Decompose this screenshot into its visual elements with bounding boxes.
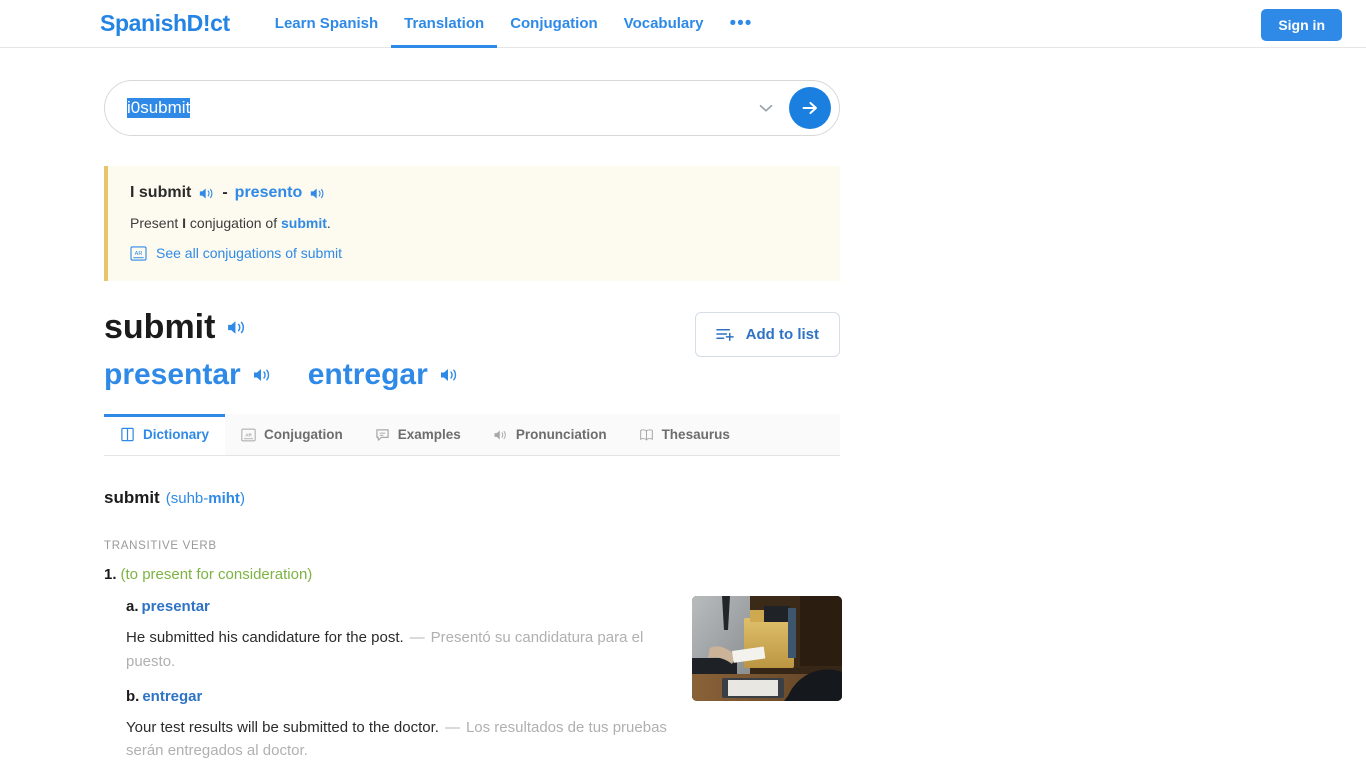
see-all-conjugations-link[interactable]: AR See all conjugations of submit <box>130 245 820 261</box>
translation-entregar[interactable]: entregar <box>308 358 428 391</box>
translations-row: presentar entregar <box>104 358 840 391</box>
book-icon <box>121 428 134 442</box>
tab-label: Dictionary <box>143 427 210 443</box>
speaker-icon[interactable] <box>252 366 272 384</box>
speaker-icon <box>494 430 506 440</box>
conjugation-icon: AR <box>241 428 256 442</box>
svg-text:AR: AR <box>135 251 143 257</box>
more-menu-icon[interactable]: ••• <box>716 0 765 48</box>
example-english: Your test results will be submitted to t… <box>126 718 439 736</box>
tab-label: Examples <box>397 427 461 443</box>
example-b: Your test results will be submitted to t… <box>126 716 686 763</box>
callout-description: Present I conjugation of submit. <box>130 215 820 231</box>
search-input-value: i0submit <box>127 98 191 118</box>
pronunciation-respelling: (suhb-miht) <box>166 490 245 507</box>
callout-spanish[interactable]: presento <box>235 184 303 202</box>
tab-dictionary[interactable]: Dictionary <box>104 414 226 456</box>
example-english: He submitted his candidature for the pos… <box>126 629 404 647</box>
more-dots: ••• <box>729 12 753 34</box>
sign-in-button[interactable]: Sign in <box>1261 9 1342 41</box>
word-header-block: submit presentar entregar Add to list <box>104 308 840 391</box>
nav-label: Vocabulary <box>623 15 704 32</box>
callout-dash: - <box>222 184 228 201</box>
tab-label: Conjugation <box>264 427 343 443</box>
add-to-list-label: Add to list <box>745 326 819 343</box>
nav-item-conjugation[interactable]: Conjugation <box>497 0 610 48</box>
conjugation-callout: I submit - presento Present I conjugatio… <box>104 166 840 281</box>
illustration-thumbnail <box>692 596 842 702</box>
pron-stressed: miht <box>208 490 240 508</box>
search-bar[interactable]: i0submit <box>104 80 840 136</box>
dictionary-headword: submit <box>104 488 160 508</box>
callout-desc-suffix: . <box>326 215 331 231</box>
example-a: He submitted his candidature for the pos… <box>126 626 686 673</box>
nav-item-translation[interactable]: Translation <box>391 0 498 48</box>
callout-desc-mid: conjugation of <box>186 215 281 231</box>
tab-label: Thesaurus <box>661 427 730 443</box>
tab-conjugation[interactable]: AR Conjugation <box>225 414 359 456</box>
example-separator: — <box>409 629 425 647</box>
nav-item-learn-spanish[interactable]: Learn Spanish <box>262 0 391 48</box>
sense-1: 1. (to present for consideration) <box>104 566 840 583</box>
headword-text: submit <box>104 308 216 346</box>
logo-text: SpanishD!ct <box>100 10 230 36</box>
subentry-letter: a. <box>126 598 139 616</box>
add-to-list-icon <box>715 329 734 341</box>
page-content: i0submit I submit - presento Present I c… <box>0 80 1366 762</box>
speaker-icon[interactable] <box>309 186 326 201</box>
dictionary-panel: submit (suhb-miht) TRANSITIVE VERB 1. (to … <box>104 488 842 763</box>
nav-label: Translation <box>404 15 485 32</box>
subentry-translation[interactable]: presentar <box>142 598 210 615</box>
nav-label: Conjugation <box>510 15 598 32</box>
speaker-icon[interactable] <box>439 366 459 384</box>
part-of-speech-label: TRANSITIVE VERB <box>104 540 217 553</box>
callout-desc-word[interactable]: submit <box>281 215 327 231</box>
site-logo[interactable]: SpanishD!ct <box>100 12 230 35</box>
speaker-icon[interactable] <box>226 318 247 337</box>
main-navigation: Learn Spanish Translation Conjugation Vo… <box>262 0 766 48</box>
arrow-right-icon <box>802 101 817 115</box>
submit-documents-photo <box>692 596 842 702</box>
sense-label: (to present for consideration) <box>120 566 313 584</box>
site-header: SpanishD!ct Learn Spanish Translation Co… <box>0 0 1366 48</box>
translation-presentar[interactable]: presentar <box>104 358 241 391</box>
search-input[interactable]: i0submit <box>127 98 755 118</box>
tab-label: Pronunciation <box>515 427 607 443</box>
speaker-icon[interactable] <box>198 186 215 201</box>
tab-thesaurus[interactable]: Thesaurus <box>622 414 746 456</box>
dictionary-headword-row: submit (suhb-miht) <box>104 488 840 508</box>
tab-examples[interactable]: Examples <box>358 414 477 456</box>
example-separator: — <box>444 718 460 736</box>
conjugation-book-icon: AR <box>130 245 147 261</box>
chevron-down-icon[interactable] <box>755 97 777 119</box>
sense-number: 1. <box>104 566 117 584</box>
nav-label: Learn Spanish <box>274 15 379 32</box>
search-submit-button[interactable] <box>789 87 831 129</box>
pron-unstressed: suhb- <box>170 490 209 508</box>
speech-bubble-icon <box>376 429 389 441</box>
subentry-translation[interactable]: entregar <box>142 688 202 705</box>
open-book-icon <box>639 429 653 441</box>
callout-desc-prefix: Present <box>130 215 183 231</box>
callout-english: I submit <box>130 184 192 201</box>
nav-item-vocabulary[interactable]: Vocabulary <box>611 0 717 48</box>
pron-close: ) <box>239 490 245 508</box>
callout-title: I submit - presento <box>130 184 820 202</box>
see-all-conjugations-label: See all conjugations of submit <box>156 245 342 261</box>
content-tabs: Dictionary AR Conjugation Examples Pronu… <box>104 414 840 457</box>
tab-pronunciation[interactable]: Pronunciation <box>476 414 623 456</box>
subentry-letter: b. <box>126 687 140 705</box>
add-to-list-button[interactable]: Add to list <box>694 312 840 357</box>
svg-text:AR: AR <box>245 432 252 437</box>
